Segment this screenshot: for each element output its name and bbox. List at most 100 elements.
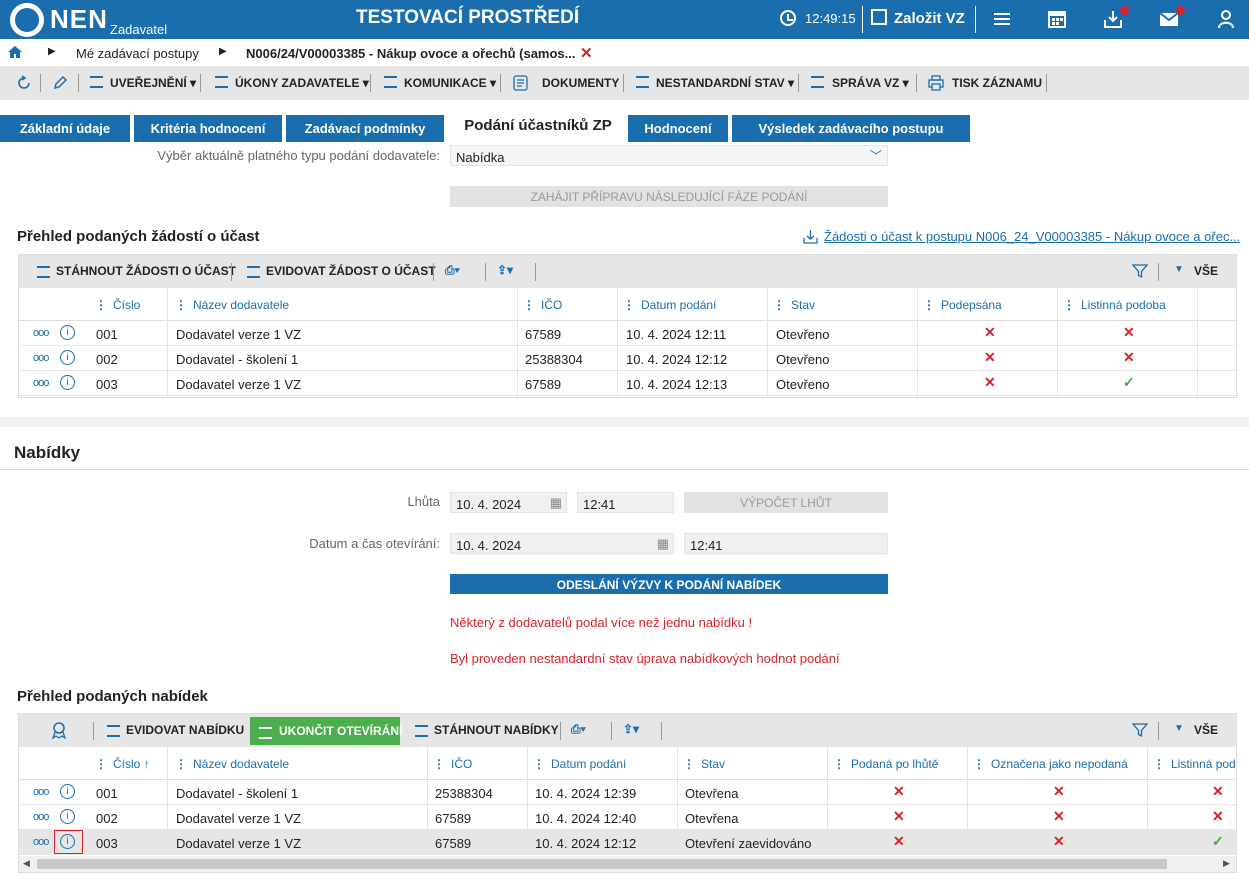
- tab-hodnoceni[interactable]: Hodnocení: [628, 115, 728, 142]
- info-icon[interactable]: i: [60, 784, 75, 799]
- info-icon[interactable]: i: [60, 809, 75, 824]
- refresh-icon[interactable]: [16, 75, 32, 91]
- more-icon[interactable]: ooo: [33, 811, 49, 823]
- info-icon[interactable]: i: [60, 834, 75, 849]
- breadcrumb-item[interactable]: Mé zadávací postupy: [76, 46, 199, 61]
- opening-date-input[interactable]: 10. 4. 2024 ▦: [450, 533, 674, 554]
- col-stav[interactable]: Stav: [773, 298, 815, 312]
- print-icon[interactable]: ⎙▾: [445, 263, 460, 278]
- more-icon[interactable]: ooo: [33, 327, 49, 339]
- menu-tisk-zaznamu[interactable]: TISK ZÁZNAMU: [952, 76, 1042, 90]
- col-ico[interactable]: IČO: [433, 757, 472, 771]
- col-cislo[interactable]: Číslo: [95, 298, 140, 312]
- requests-export-link[interactable]: Žádosti o účast k postupu N006_24_V00003…: [824, 229, 1240, 244]
- send-invitation-button[interactable]: ODESLÁNÍ VÝZVY K PODÁNÍ NABÍDEK: [450, 574, 888, 594]
- opening-time-input[interactable]: 12:41: [684, 533, 888, 554]
- divider: [527, 747, 528, 855]
- col-listinna[interactable]: Listinná pod: [1153, 757, 1236, 771]
- col-datum[interactable]: Datum podání: [533, 757, 626, 771]
- table-row[interactable]: ooo i 002 Dodavatel - školení 1 25388304 …: [19, 346, 1236, 371]
- col-listinna[interactable]: Listinná podoba: [1063, 298, 1166, 312]
- col-nepodana[interactable]: Označena jako nepodaná: [973, 757, 1128, 771]
- caret-down-icon[interactable]: ▼: [1174, 723, 1184, 734]
- deadline-time-input[interactable]: 12:41: [577, 492, 674, 513]
- download-offers-button[interactable]: STÁHNOUT NABÍDKY: [434, 723, 559, 737]
- caret-down-icon[interactable]: ▼: [1174, 264, 1184, 275]
- home-icon[interactable]: [8, 46, 22, 58]
- export-icon[interactable]: ⇪▾: [623, 722, 639, 736]
- chevron-down-icon[interactable]: ﹀: [870, 147, 882, 164]
- close-icon[interactable]: ✕: [580, 44, 593, 62]
- more-icon[interactable]: ooo: [33, 352, 49, 364]
- menu-icon[interactable]: [992, 9, 1012, 29]
- tab-podani-ucastniku[interactable]: Podání účastníků ZP: [448, 112, 628, 139]
- show-all-button[interactable]: VŠE: [1194, 264, 1218, 278]
- scroll-right-icon[interactable]: ▶: [1223, 858, 1230, 869]
- chevron-right-icon: ▶: [219, 46, 227, 57]
- col-nazev[interactable]: Název dodavatele: [175, 298, 289, 312]
- more-icon[interactable]: ooo: [33, 786, 49, 798]
- menu-ukony-zadavatele[interactable]: ÚKONY ZADAVATELE ▾: [235, 76, 369, 90]
- filter-icon[interactable]: [1132, 722, 1148, 738]
- calendar-icon[interactable]: ▦: [657, 536, 669, 552]
- print-icon[interactable]: ⎙▾: [571, 722, 586, 737]
- table-row-selected[interactable]: ooo i 003 Dodavatel verze 1 VZ 67589 10.…: [19, 830, 1236, 855]
- logo-text[interactable]: NEN: [50, 4, 108, 35]
- divider: [370, 74, 371, 92]
- menu-nestandardni-stav[interactable]: NESTANDARDNÍ STAV ▾: [656, 76, 794, 90]
- cell-stav: Otevření zaevidováno: [685, 836, 812, 851]
- register-request-button[interactable]: EVIDOVAT ŽÁDOST O ÚČAST: [266, 264, 436, 278]
- table-row[interactable]: ooo i 001 Dodavatel verze 1 VZ 67589 10. …: [19, 321, 1236, 346]
- next-phase-button[interactable]: ZAHÁJIT PŘÍPRAVU NÁSLEDUJÍCÍ FÁZE PODÁNÍ: [450, 186, 888, 207]
- calendar-icon[interactable]: [1047, 9, 1067, 29]
- download-icon[interactable]: [803, 229, 818, 244]
- cross-icon: ✕: [1212, 808, 1224, 824]
- export-icon[interactable]: ⇪▾: [497, 263, 513, 277]
- tab-zadavaci-podminky[interactable]: Zadávací podmínky: [286, 115, 444, 142]
- col-po-lhute[interactable]: Podaná po lhůtě: [833, 757, 938, 771]
- col-cislo-sorted[interactable]: Číslo ↑: [95, 757, 150, 771]
- more-icon[interactable]: ooo: [33, 836, 49, 848]
- calc-deadline-button[interactable]: VÝPOČET LHŮT: [684, 492, 888, 513]
- breadcrumb-current[interactable]: N006/24/V00003385 - Nákup ovoce a ořechů…: [246, 46, 576, 61]
- menu-uverejneni[interactable]: UVEŘEJNĚNÍ ▾: [110, 76, 196, 90]
- deadline-date-input[interactable]: 10. 4. 2024 ▦: [450, 492, 567, 513]
- menu-sprava-vz[interactable]: SPRÁVA VZ ▾: [832, 76, 909, 90]
- info-icon[interactable]: i: [60, 325, 75, 340]
- scroll-left-icon[interactable]: ◀: [23, 858, 30, 869]
- download-requests-button[interactable]: STÁHNOUT ŽÁDOSTI O ÚČAST: [56, 264, 236, 278]
- nen-logo-icon[interactable]: [10, 3, 44, 37]
- scrollbar-thumb[interactable]: [37, 859, 1167, 869]
- tab-vysledek[interactable]: Výsledek zadávacího postupu: [732, 115, 970, 142]
- edit-icon[interactable]: [52, 75, 68, 91]
- more-icon[interactable]: ooo: [33, 377, 49, 389]
- menu-dokumenty[interactable]: DOKUMENTY: [542, 76, 619, 90]
- cell-ico: 25388304: [525, 352, 583, 367]
- col-datum[interactable]: Datum podání: [623, 298, 716, 312]
- menu-komunikace[interactable]: KOMUNIKACE ▾: [404, 76, 496, 90]
- edit-icon[interactable]: [871, 9, 887, 25]
- register-offer-button[interactable]: EVIDOVAT NABÍDKU: [126, 723, 244, 737]
- divider: [167, 288, 168, 396]
- col-podepsana[interactable]: Podepsána: [923, 298, 1002, 312]
- finish-opening-button[interactable]: UKONČIT OTEVÍRÁNÍ: [250, 717, 402, 745]
- create-vz-button[interactable]: Založit VZ: [894, 10, 965, 27]
- tab-kriteria-hodnoceni[interactable]: Kritéria hodnocení: [134, 115, 282, 142]
- cell-cislo: 001: [96, 786, 118, 801]
- filter-icon[interactable]: [1132, 263, 1148, 279]
- calendar-icon[interactable]: ▦: [550, 495, 562, 511]
- info-icon[interactable]: i: [60, 350, 75, 365]
- award-icon[interactable]: [51, 722, 67, 739]
- col-stav[interactable]: Stav: [683, 757, 725, 771]
- col-nazev[interactable]: Název dodavatele: [175, 757, 289, 771]
- info-icon[interactable]: i: [60, 375, 75, 390]
- user-icon[interactable]: [1216, 9, 1236, 29]
- table-row[interactable]: ooo i 003 Dodavatel verze 1 VZ 67589 10. …: [19, 371, 1236, 396]
- col-ico[interactable]: IČO: [523, 298, 562, 312]
- table-row[interactable]: ooo i 001 Dodavatel - školení 1 25388304 …: [19, 780, 1236, 805]
- show-all-button[interactable]: VŠE: [1194, 723, 1218, 737]
- tab-zakladni-udaje[interactable]: Základní údaje: [0, 115, 130, 142]
- table-row[interactable]: ooo i 002 Dodavatel verze 1 VZ 67589 10. …: [19, 805, 1236, 830]
- horizontal-scrollbar[interactable]: ◀ ▶: [19, 856, 1236, 872]
- submission-type-select[interactable]: Nabídka ﹀: [450, 145, 888, 166]
